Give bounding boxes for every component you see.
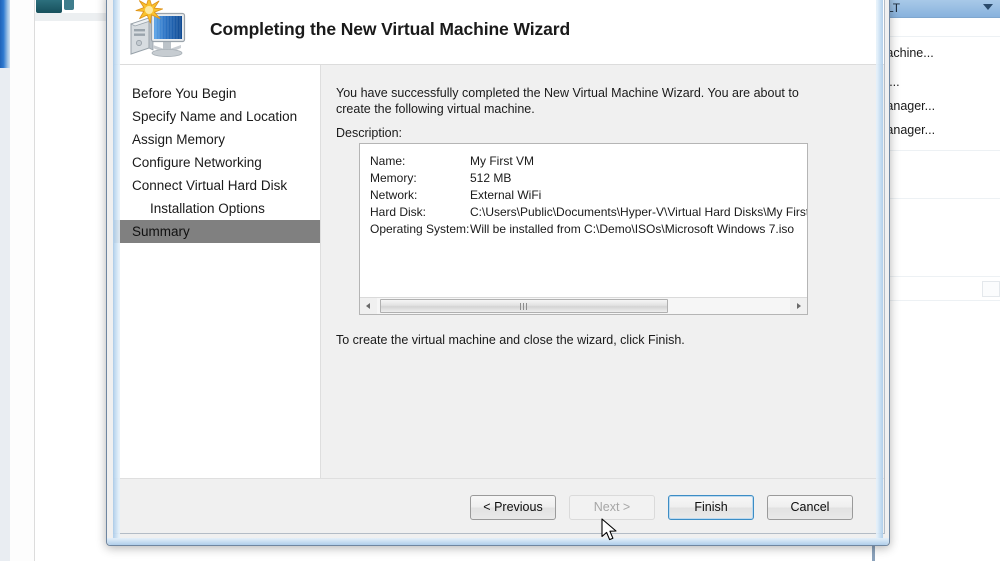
summary-row-network: Network: External WiFi: [370, 187, 807, 204]
summary-row-hard-disk: Hard Disk: C:\Users\Public\Documents\Hyp…: [370, 204, 808, 221]
scrollbar-grip-icon: [520, 303, 528, 310]
sidebar-item-specify-name-and-location[interactable]: Specify Name and Location: [114, 105, 320, 128]
summary-key-memory: Memory:: [370, 171, 417, 185]
previous-button[interactable]: < Previous: [470, 495, 556, 520]
screen: -LT Machine... gs... Manager... Manager.…: [0, 0, 1000, 561]
scrollbar-thumb[interactable]: [380, 299, 668, 313]
background-pane-separator: [877, 36, 1000, 37]
summary-row-memory: Memory: 512 MB: [370, 170, 807, 187]
summary-key-name: Name:: [370, 154, 406, 168]
sidebar-item-summary[interactable]: Summary: [114, 220, 320, 243]
background-pane-separator-2: [877, 150, 1000, 151]
sidebar-item-connect-virtual-hard-disk[interactable]: Connect Virtual Hard Disk: [114, 174, 320, 197]
new-virtual-machine-icon: [123, 0, 195, 62]
description-label: Description:: [336, 126, 402, 140]
summary-row-name: Name: My First VM: [370, 153, 807, 170]
scroll-left-arrow-icon[interactable]: [360, 298, 377, 314]
dialog-content-area: Completing the New Virtual Machine Wizar…: [113, 0, 885, 534]
summary-value-hard-disk: C:\Users\Public\Documents\Hyper-V\Virtua…: [470, 205, 808, 219]
summary-description-box: Name: My First VM Memory: 512 MB Network…: [359, 143, 808, 315]
wizard-header: Completing the New Virtual Machine Wizar…: [114, 0, 884, 65]
cancel-button[interactable]: Cancel: [767, 495, 853, 520]
background-pane-separator-3: [877, 198, 1000, 199]
wizard-steps-sidebar: Before You Begin Specify Name and Locati…: [114, 65, 321, 478]
page-title: Completing the New Virtual Machine Wizar…: [210, 19, 571, 39]
summary-rows: Name: My First VM Memory: 512 MB Network…: [370, 153, 808, 238]
background-left-panel: [35, 0, 107, 561]
collapse-triangle-icon[interactable]: [983, 4, 993, 10]
background-pane-separator-5: [877, 300, 1000, 301]
summary-key-network: Network:: [370, 188, 418, 202]
finish-button[interactable]: Finish: [668, 495, 754, 520]
summary-value-name: My First VM: [470, 154, 534, 168]
dialog-glass-frame-bottom: [107, 538, 889, 545]
background-toolbar-strip: [35, 13, 107, 21]
new-virtual-machine-wizard-dialog: Completing the New Virtual Machine Wizar…: [106, 0, 890, 546]
summary-horizontal-scrollbar[interactable]: [360, 297, 807, 314]
sidebar-item-configure-networking[interactable]: Configure Networking: [114, 151, 320, 174]
wizard-body: Before You Begin Specify Name and Locati…: [114, 65, 884, 478]
summary-value-memory: 512 MB: [470, 171, 512, 185]
wizard-content-panel: You have successfully completed the New …: [321, 65, 884, 478]
background-app-icon-secondary: [64, 0, 74, 10]
background-pane-cell: [982, 281, 1000, 297]
background-app-icon: [36, 0, 62, 13]
sidebar-item-installation-options[interactable]: Installation Options: [114, 197, 320, 220]
summary-value-network: External WiFi: [470, 188, 542, 202]
wizard-footer: < Previous Next > Finish Cancel: [114, 478, 884, 533]
background-gutter: [0, 68, 10, 561]
finish-instruction: To create the virtual machine and close …: [336, 333, 685, 347]
sidebar-item-assign-memory[interactable]: Assign Memory: [114, 128, 320, 151]
scrollbar-track[interactable]: [377, 298, 790, 314]
scroll-right-arrow-icon[interactable]: [790, 298, 807, 314]
summary-value-operating-system: Will be installed from C:\Demo\ISOs\Micr…: [470, 222, 795, 236]
summary-key-operating-system: Operating System:: [370, 222, 470, 236]
background-pane-separator-4: [877, 276, 1000, 277]
completion-message: You have successfully completed the New …: [336, 86, 799, 116]
summary-row-operating-system: Operating System: Will be installed from…: [370, 221, 807, 238]
background-pane-titlebar[interactable]: -LT: [875, 0, 1000, 18]
background-actions-pane: -LT Machine... gs... Manager... Manager.…: [872, 0, 1000, 561]
summary-key-hard-disk: Hard Disk:: [370, 205, 427, 219]
next-button: Next >: [569, 495, 655, 520]
sidebar-item-before-you-begin[interactable]: Before You Begin: [114, 82, 320, 105]
background-left-panel-edge: [10, 0, 35, 561]
